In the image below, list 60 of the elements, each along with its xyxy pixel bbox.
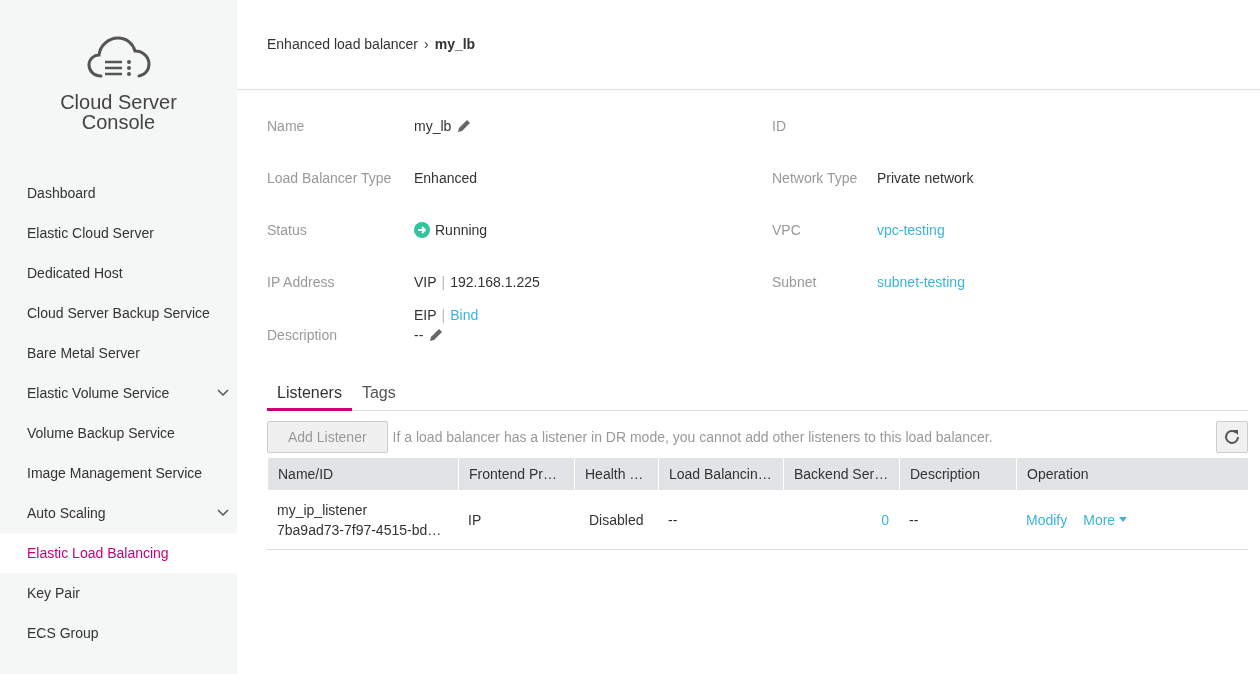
chevron-down-icon bbox=[217, 509, 229, 517]
table-cell-text: -- bbox=[668, 510, 678, 530]
refresh-button[interactable] bbox=[1216, 421, 1248, 453]
field-label: Subnet bbox=[772, 273, 818, 292]
breadcrumb-separator: › bbox=[424, 35, 429, 52]
table-cell-text: -- bbox=[909, 510, 919, 530]
separator: | bbox=[441, 306, 446, 325]
field-value: Enhanced bbox=[414, 169, 478, 188]
sidebar-item[interactable]: Dedicated Host bbox=[0, 253, 237, 293]
column-header: Operation bbox=[1016, 458, 1248, 490]
sidebar-item[interactable]: Elastic Cloud Server bbox=[0, 213, 237, 253]
tab[interactable]: Tags bbox=[351, 377, 406, 411]
sidebar-item[interactable]: Key Pair bbox=[0, 573, 237, 613]
cloud-icon bbox=[86, 36, 151, 80]
field-label: Name bbox=[267, 117, 306, 136]
running-status-icon bbox=[414, 222, 430, 238]
sidebar-item[interactable]: Bare Metal Server bbox=[0, 333, 237, 373]
ip-type: VIP bbox=[414, 273, 437, 292]
breadcrumb-current: my_lb bbox=[434, 35, 476, 52]
column-header: Frontend Pr… bbox=[458, 458, 574, 490]
column-header: Health … bbox=[574, 458, 658, 490]
column-header: Load Balancin… bbox=[658, 458, 783, 490]
table-cell-text: Disabled bbox=[589, 510, 644, 530]
listener-id: 7ba9ad73-7f97-4515-bd… bbox=[277, 520, 442, 540]
sidebar-item[interactable]: Auto Scaling bbox=[0, 493, 237, 533]
field-value: -- bbox=[414, 326, 424, 345]
column-header: Backend Ser… bbox=[783, 458, 899, 490]
field-label: VPC bbox=[772, 221, 802, 240]
ip-type: EIP bbox=[414, 306, 437, 325]
sidebar-item[interactable]: Dashboard bbox=[0, 173, 237, 213]
edit-icon[interactable] bbox=[428, 327, 445, 343]
caret-icon bbox=[1119, 517, 1128, 522]
refresh-icon bbox=[1223, 428, 1241, 446]
ip-value: 192.168.1.225 bbox=[450, 273, 540, 292]
field-label: IP Address bbox=[267, 273, 336, 292]
tab[interactable]: Listeners bbox=[267, 377, 352, 411]
sidebar-item[interactable]: ECS Group bbox=[0, 613, 237, 653]
sidebar-item[interactable]: Cloud Server Backup Service bbox=[0, 293, 237, 333]
sidebar-item[interactable]: Elastic Load Balancing bbox=[0, 533, 237, 573]
sidebar-item[interactable]: Volume Backup Service bbox=[0, 413, 237, 453]
edit-icon[interactable] bbox=[456, 118, 473, 134]
field-label: ID bbox=[772, 117, 787, 136]
chevron-down-icon bbox=[217, 389, 229, 397]
status-text: Running bbox=[435, 221, 488, 240]
column-header: Description bbox=[899, 458, 1016, 490]
column-header: Name/ID bbox=[267, 458, 458, 490]
field-label: Status bbox=[267, 221, 308, 240]
field-label: Load Balancer Type bbox=[267, 169, 393, 188]
separator: | bbox=[441, 273, 446, 292]
breadcrumb-link[interactable]: Enhanced load balancer bbox=[267, 35, 418, 52]
console-title: Cloud Server Console bbox=[59, 92, 178, 132]
field-value: Private network bbox=[877, 169, 974, 188]
field-label: Description bbox=[267, 326, 339, 345]
field-label: Network Type bbox=[772, 169, 859, 188]
sidebar-item[interactable]: Elastic Volume Service bbox=[0, 373, 237, 413]
sidebar-item[interactable]: Image Management Service bbox=[0, 453, 237, 493]
listener-name: my_ip_listener bbox=[277, 500, 368, 520]
hint-text: If a load balancer has a listener in DR mode, you cannot add other listeners to this load balancer. bbox=[392, 429, 994, 445]
field-value: my_lb bbox=[414, 117, 452, 136]
table-cell-text: IP bbox=[468, 510, 482, 530]
